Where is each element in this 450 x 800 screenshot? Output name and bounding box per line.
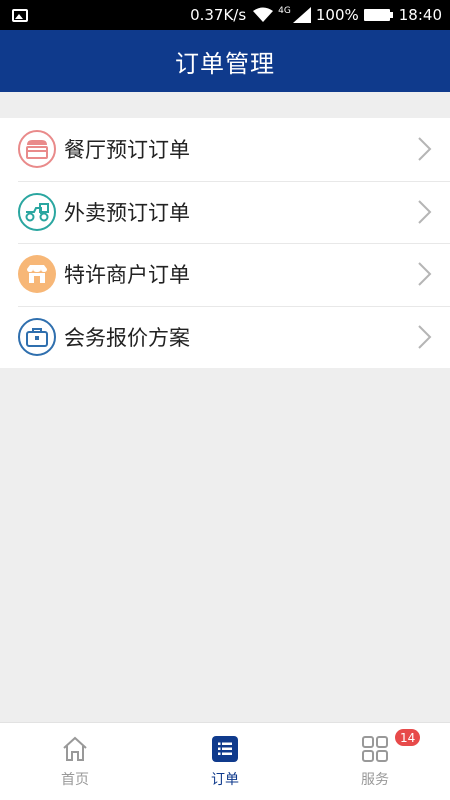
order-menu-list: 餐厅预订订单 外卖预订订单 特许商户订单 会务报价方案 [0, 118, 450, 368]
home-icon [61, 735, 89, 763]
tab-orders[interactable]: 订单 [150, 723, 300, 800]
tab-services[interactable]: 服务 14 [300, 723, 450, 800]
gallery-notification-icon [12, 8, 28, 22]
menu-item-label: 会务报价方案 [64, 325, 190, 350]
menu-item-label: 餐厅预订订单 [64, 138, 190, 163]
chevron-right-icon [418, 137, 432, 161]
network-speed: 0.37K/s [190, 6, 247, 24]
bottom-tab-bar: 首页 订单 服务 14 [0, 722, 450, 800]
chevron-right-icon [418, 262, 432, 286]
grid-services-icon [361, 735, 389, 763]
chevron-right-icon [418, 200, 432, 224]
tab-label: 订单 [211, 771, 239, 788]
menu-item-merchant-orders[interactable]: 特许商户订单 [0, 243, 450, 306]
wifi-icon [253, 7, 274, 22]
battery-percent: 100% [315, 6, 359, 24]
signal-icon [292, 7, 311, 23]
clock: 18:40 [398, 6, 442, 24]
page-title: 订单管理 [175, 49, 275, 78]
tab-home[interactable]: 首页 [0, 723, 150, 800]
menu-item-delivery-orders[interactable]: 外卖预订订单 [0, 180, 450, 244]
menu-item-label: 特许商户订单 [64, 263, 190, 288]
page-header: 订单管理 [0, 30, 450, 92]
battery-icon [363, 9, 393, 21]
restaurant-icon [18, 130, 56, 169]
chevron-right-icon [418, 325, 432, 349]
tab-label: 首页 [61, 771, 89, 788]
briefcase-icon [18, 317, 56, 356]
status-bar: 0.37K/s 4G 100% 18:40 [0, 0, 450, 30]
menu-item-label: 外卖预订订单 [64, 200, 190, 225]
menu-item-restaurant-orders[interactable]: 餐厅预订订单 [0, 118, 450, 181]
menu-item-conference-quotes[interactable]: 会务报价方案 [0, 305, 450, 369]
merchant-shop-icon [18, 255, 56, 294]
order-list-icon [211, 735, 239, 763]
notification-badge: 14 [395, 729, 421, 746]
delivery-scooter-icon [18, 192, 56, 231]
network-type-label: 4G [278, 6, 291, 16]
tab-label: 服务 [361, 771, 389, 788]
